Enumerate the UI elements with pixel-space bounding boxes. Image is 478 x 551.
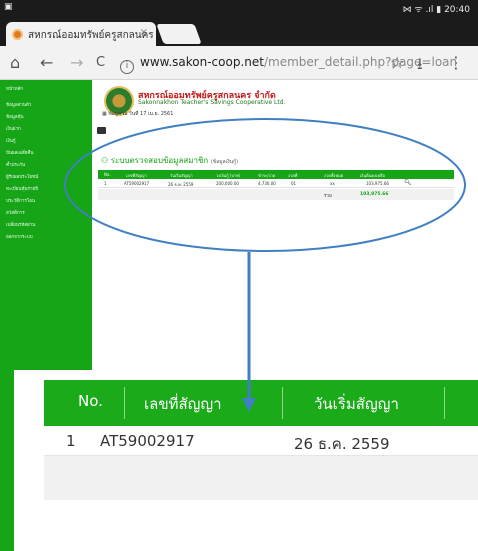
browser-tab[interactable]: สหกรณ์ออมทรัพย์ครูสกลนคร จำ × [6, 22, 156, 46]
column-divider [124, 387, 125, 419]
address-bar[interactable]: i www.sakon-coop.net/member_detail.php?pa… [120, 51, 457, 74]
url-domain: www.sakon-coop.net [140, 55, 264, 69]
person-icon: ⚇ [101, 156, 109, 165]
sidebar-item[interactable]: หน้าหลัก [6, 85, 88, 95]
data-date: ▦ ข้อมูล ณ วันที่ 17 เม.ย. 2561 [102, 111, 174, 117]
sidebar-item[interactable]: เงินกู้ [6, 137, 88, 147]
reload-icon[interactable]: C [96, 55, 105, 70]
sidebar-item[interactable]: ข้อมูลส่วนตัว [6, 101, 88, 111]
tab-title: สหกรณ์ออมทรัพย์ครูสกลนคร จำ [28, 30, 156, 41]
sidebar: หน้าหลัก ข้อมูลส่วนตัว ข้อมูลหุ้น เงินฝา… [0, 80, 92, 370]
zoomed-table-header: No. เลขที่สัญญา วันเริ่มสัญญา [44, 380, 478, 426]
sidebar-item[interactable]: ประวัติการโอน [6, 197, 88, 207]
sidebar-item[interactable]: สวัสดิการ [6, 209, 88, 219]
sidebar-item[interactable]: ปันผลเฉลี่ยคืน [6, 149, 88, 159]
status-clock: ⋈ ᯤ .ıl ▮ 20:40 [402, 5, 470, 15]
new-tab-button[interactable] [156, 24, 202, 44]
sidebar-item[interactable]: เงินฝาก [6, 125, 88, 135]
zoom-header-start-date: วันเริ่มสัญญา [314, 395, 399, 413]
sidebar-item[interactable]: ค้ำประกัน [6, 161, 88, 171]
zoom-header-no: No. [78, 392, 103, 410]
zoomed-table-row[interactable]: 1 AT59002917 26 ธ.ค. 2559 [44, 426, 478, 456]
zoom-cell-start-date: 26 ธ.ค. 2559 [294, 435, 390, 453]
url-path: /member_detail.php?page=loan [263, 55, 458, 69]
section-title: ⚇ ระบบตรวจสอบข้อมูลสมาชิก (ข้อมูลเงินกู้… [101, 156, 239, 165]
home-icon[interactable]: ⌂ [10, 53, 20, 72]
table-row[interactable]: 1 AT59002917 26 ธ.ค. 2559 200,000.00 4,7… [98, 179, 454, 188]
tab-strip: สหกรณ์ออมทรัพย์ครูสกลนคร จำ × [0, 16, 478, 46]
menu-toggle-button[interactable] [97, 127, 106, 134]
column-divider [444, 387, 445, 419]
close-icon[interactable]: × [140, 27, 148, 38]
back-icon[interactable]: ← [40, 53, 53, 72]
image-icon: ▣ [4, 2, 13, 12]
sidebar-item[interactable]: ทะเบียนหุ้นรายปี [6, 185, 88, 195]
loan-table-header: No. เลขที่สัญญา วันเริ่มสัญญา วงเงินกู้ … [98, 170, 454, 179]
coop-name-en: Sakonnakhon Teacher's Savings Cooperativ… [138, 99, 286, 106]
zoomed-table-footer [44, 456, 478, 500]
status-bar: ▣ ⋈ ᯤ .ıl ▮ 20:40 [0, 0, 478, 16]
search-icon[interactable]: 🔍︎ [404, 179, 412, 186]
info-icon[interactable]: i [120, 60, 134, 74]
loan-table-total: รวม 103,975.66 [98, 189, 454, 200]
forward-icon[interactable]: → [70, 53, 83, 72]
sidebar-item[interactable]: ผู้รับผลประโยชน์ [6, 173, 88, 183]
zoom-cell-no: 1 [66, 432, 76, 450]
zoom-header-contract: เลขที่สัญญา [144, 395, 222, 413]
favicon-icon [12, 29, 23, 40]
column-divider [282, 387, 283, 419]
zoom-cell-contract: AT59002917 [100, 432, 195, 450]
sidebar-item[interactable]: ออกจากระบบ [6, 233, 88, 243]
sidebar-item[interactable]: ข้อมูลหุ้น [6, 113, 88, 123]
sidebar-edge [0, 370, 14, 551]
sidebar-item[interactable]: เปลี่ยนรหัสผ่าน [6, 221, 88, 231]
